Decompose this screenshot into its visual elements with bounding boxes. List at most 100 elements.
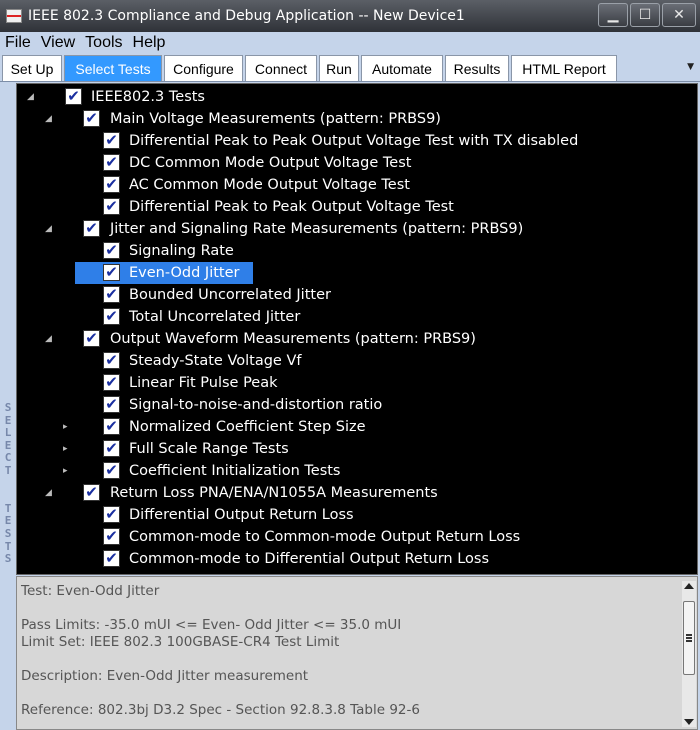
test-checkbox[interactable]: ✔ — [103, 528, 120, 545]
tree-item-label: Even-Odd Jitter — [129, 265, 240, 281]
tree-item[interactable]: ✔ AC Common Mode Output Voltage Test — [17, 174, 697, 196]
tree-item[interactable]: ✔ Steady-State Voltage Vf — [17, 350, 697, 372]
desc-limit-set: Limit Set: IEEE 802.3 100GBASE-CR4 Test … — [21, 634, 340, 650]
tree-item-label: IEEE802.3 Tests — [91, 89, 205, 105]
test-checkbox[interactable]: ✔ — [83, 484, 100, 501]
tree-item[interactable]: ✔ DC Common Mode Output Voltage Test — [17, 152, 697, 174]
test-checkbox[interactable]: ✔ — [103, 418, 120, 435]
test-checkbox[interactable]: ✔ — [103, 352, 120, 369]
tree-item[interactable]: ◢ ✔ Main Voltage Measurements (pattern: PR… — [17, 108, 697, 130]
tab-set-up[interactable]: Set Up — [2, 55, 62, 81]
expand-arrow-icon[interactable]: ▸ — [63, 438, 73, 460]
test-checkbox[interactable]: ✔ — [103, 550, 120, 567]
window-controls: ▁ ☐ ✕ — [598, 3, 696, 27]
tree-item[interactable]: ▸ ✔ Full Scale Range Tests — [17, 438, 697, 460]
test-checkbox[interactable]: ✔ — [103, 176, 120, 193]
test-checkbox[interactable]: ✔ — [83, 220, 100, 237]
tab-strip: Set Up Select Tests Configure Connect Ru… — [0, 54, 700, 82]
tree-item[interactable]: ✔ Signaling Rate — [17, 240, 697, 262]
test-checkbox[interactable]: ✔ — [65, 88, 82, 105]
tree-item[interactable]: ✔ Bounded Uncorrelated Jitter — [17, 284, 697, 306]
tree-item[interactable]: ✔ Common-mode to Common-mode Output Retur… — [17, 526, 697, 548]
tree-item-label: AC Common Mode Output Voltage Test — [129, 177, 410, 193]
collapse-arrow-icon[interactable]: ◢ — [45, 108, 55, 130]
tab-overflow-icon[interactable]: ▼ — [687, 62, 694, 72]
tree-item[interactable]: ✔ Total Uncorrelated Jitter — [17, 306, 697, 328]
collapse-arrow-icon[interactable]: ◢ — [45, 328, 55, 350]
tree-item-label: Common-mode to Differential Output Retur… — [129, 551, 490, 567]
tab-results[interactable]: Results — [445, 55, 509, 81]
tree-item[interactable]: ◢ ✔ IEEE802.3 Tests — [17, 86, 697, 108]
collapse-arrow-icon[interactable]: ◢ — [45, 482, 55, 504]
tree-item-label: Common-mode to Common-mode Output Return… — [129, 529, 521, 545]
test-checkbox[interactable]: ✔ — [103, 132, 120, 149]
tab-configure[interactable]: Configure — [164, 55, 243, 81]
tab-select-tests[interactable]: Select Tests — [64, 55, 162, 81]
menu-file[interactable]: File — [0, 34, 36, 52]
test-checkbox[interactable]: ✔ — [83, 110, 100, 127]
tree-item-label: Differential Output Return Loss — [129, 507, 354, 523]
test-checkbox[interactable]: ✔ — [103, 264, 120, 281]
tree-item-label: DC Common Mode Output Voltage Test — [129, 155, 412, 171]
tree-item[interactable]: ✔ Even-Odd Jitter — [17, 262, 697, 284]
maximize-button[interactable]: ☐ — [630, 3, 660, 27]
tree-item[interactable]: ▸ ✔ Coefficient Initialization Tests — [17, 460, 697, 482]
tab-html-report[interactable]: HTML Report — [511, 55, 617, 81]
scroll-down-icon[interactable] — [684, 719, 694, 725]
tree-item[interactable]: ✔ Linear Fit Pulse Peak — [17, 372, 697, 394]
test-checkbox[interactable]: ✔ — [103, 396, 120, 413]
collapse-arrow-icon[interactable]: ◢ — [27, 86, 37, 108]
desc-reference: Reference: 802.3bj D3.2 Spec - Section 9… — [21, 702, 420, 718]
test-checkbox[interactable]: ✔ — [103, 506, 120, 523]
test-checkbox[interactable]: ✔ — [83, 330, 100, 347]
collapse-arrow-icon[interactable]: ◢ — [45, 218, 55, 240]
tree-item-label: Jitter and Signaling Rate Measurements (… — [110, 221, 524, 237]
vertical-scrollbar[interactable] — [682, 581, 696, 727]
menu-view[interactable]: View — [36, 34, 80, 52]
tree-item-label: Total Uncorrelated Jitter — [129, 309, 301, 325]
close-button[interactable]: ✕ — [662, 3, 696, 27]
test-checkbox[interactable]: ✔ — [103, 154, 120, 171]
title-bar: IEEE 802.3 Compliance and Debug Applicat… — [0, 0, 700, 32]
window-title: IEEE 802.3 Compliance and Debug Applicat… — [28, 8, 465, 24]
test-description-panel: Test: Even-Odd Jitter Pass Limits: -35.0… — [16, 576, 698, 730]
test-checkbox[interactable]: ✔ — [103, 308, 120, 325]
tab-run[interactable]: Run — [319, 55, 359, 81]
tree-item-label: Differential Peak to Peak Output Voltage… — [129, 133, 579, 149]
tree-item[interactable]: ✔ Signal-to-noise-and-distortion ratio — [17, 394, 697, 416]
test-checkbox[interactable]: ✔ — [103, 374, 120, 391]
side-label-select-tests: S E L E C T T E S T S — [4, 401, 12, 566]
tree-item[interactable]: ✔ Differential Peak to Peak Output Voltag… — [17, 130, 697, 152]
tree-item[interactable]: ◢ ✔ Jitter and Signaling Rate Measurements… — [17, 218, 697, 240]
tree-item-label: Differential Peak to Peak Output Voltage… — [129, 199, 454, 215]
test-checkbox[interactable]: ✔ — [103, 462, 120, 479]
test-checkbox[interactable]: ✔ — [103, 198, 120, 215]
tree-item-label: Coefficient Initialization Tests — [129, 463, 341, 479]
test-checkbox[interactable]: ✔ — [103, 440, 120, 457]
menu-tools[interactable]: Tools — [80, 34, 127, 52]
tab-automate[interactable]: Automate — [361, 55, 443, 81]
scroll-up-icon[interactable] — [684, 583, 694, 589]
tree-item[interactable]: ✔ Common-mode to Differential Output Retu… — [17, 548, 697, 570]
tree-item[interactable]: ✔ Differential Peak to Peak Output Voltag… — [17, 196, 697, 218]
menu-help[interactable]: Help — [128, 34, 171, 52]
tree-item[interactable]: ◢ ✔ Return Loss PNA/ENA/N1055A Measurement… — [17, 482, 697, 504]
tree-item-label: Signal-to-noise-and-distortion ratio — [129, 397, 383, 413]
tree-item[interactable]: ✔ Differential Output Return Loss — [17, 504, 697, 526]
tree-item[interactable]: ◢ ✔ Output Waveform Measurements (pattern:… — [17, 328, 697, 350]
scroll-thumb[interactable] — [683, 601, 695, 675]
tree-item-label: Normalized Coefficient Step Size — [129, 419, 366, 435]
tree-item-label: Bounded Uncorrelated Jitter — [129, 287, 331, 303]
test-tree: ◢ ✔ IEEE802.3 Tests ◢ ✔ Main Voltage Measurem… — [16, 83, 698, 575]
tree-item-label: Linear Fit Pulse Peak — [129, 375, 278, 391]
tab-connect[interactable]: Connect — [245, 55, 317, 81]
desc-description: Description: Even-Odd Jitter measurement — [21, 668, 309, 684]
expand-arrow-icon[interactable]: ▸ — [63, 416, 73, 438]
minimize-button[interactable]: ▁ — [598, 3, 628, 27]
expand-arrow-icon[interactable]: ▸ — [63, 460, 73, 482]
tree-item-label: Output Waveform Measurements (pattern: P… — [110, 331, 476, 347]
tree-item[interactable]: ▸ ✔ Normalized Coefficient Step Size — [17, 416, 697, 438]
test-checkbox[interactable]: ✔ — [103, 286, 120, 303]
tree-item-label: Signaling Rate — [129, 243, 234, 259]
test-checkbox[interactable]: ✔ — [103, 242, 120, 259]
